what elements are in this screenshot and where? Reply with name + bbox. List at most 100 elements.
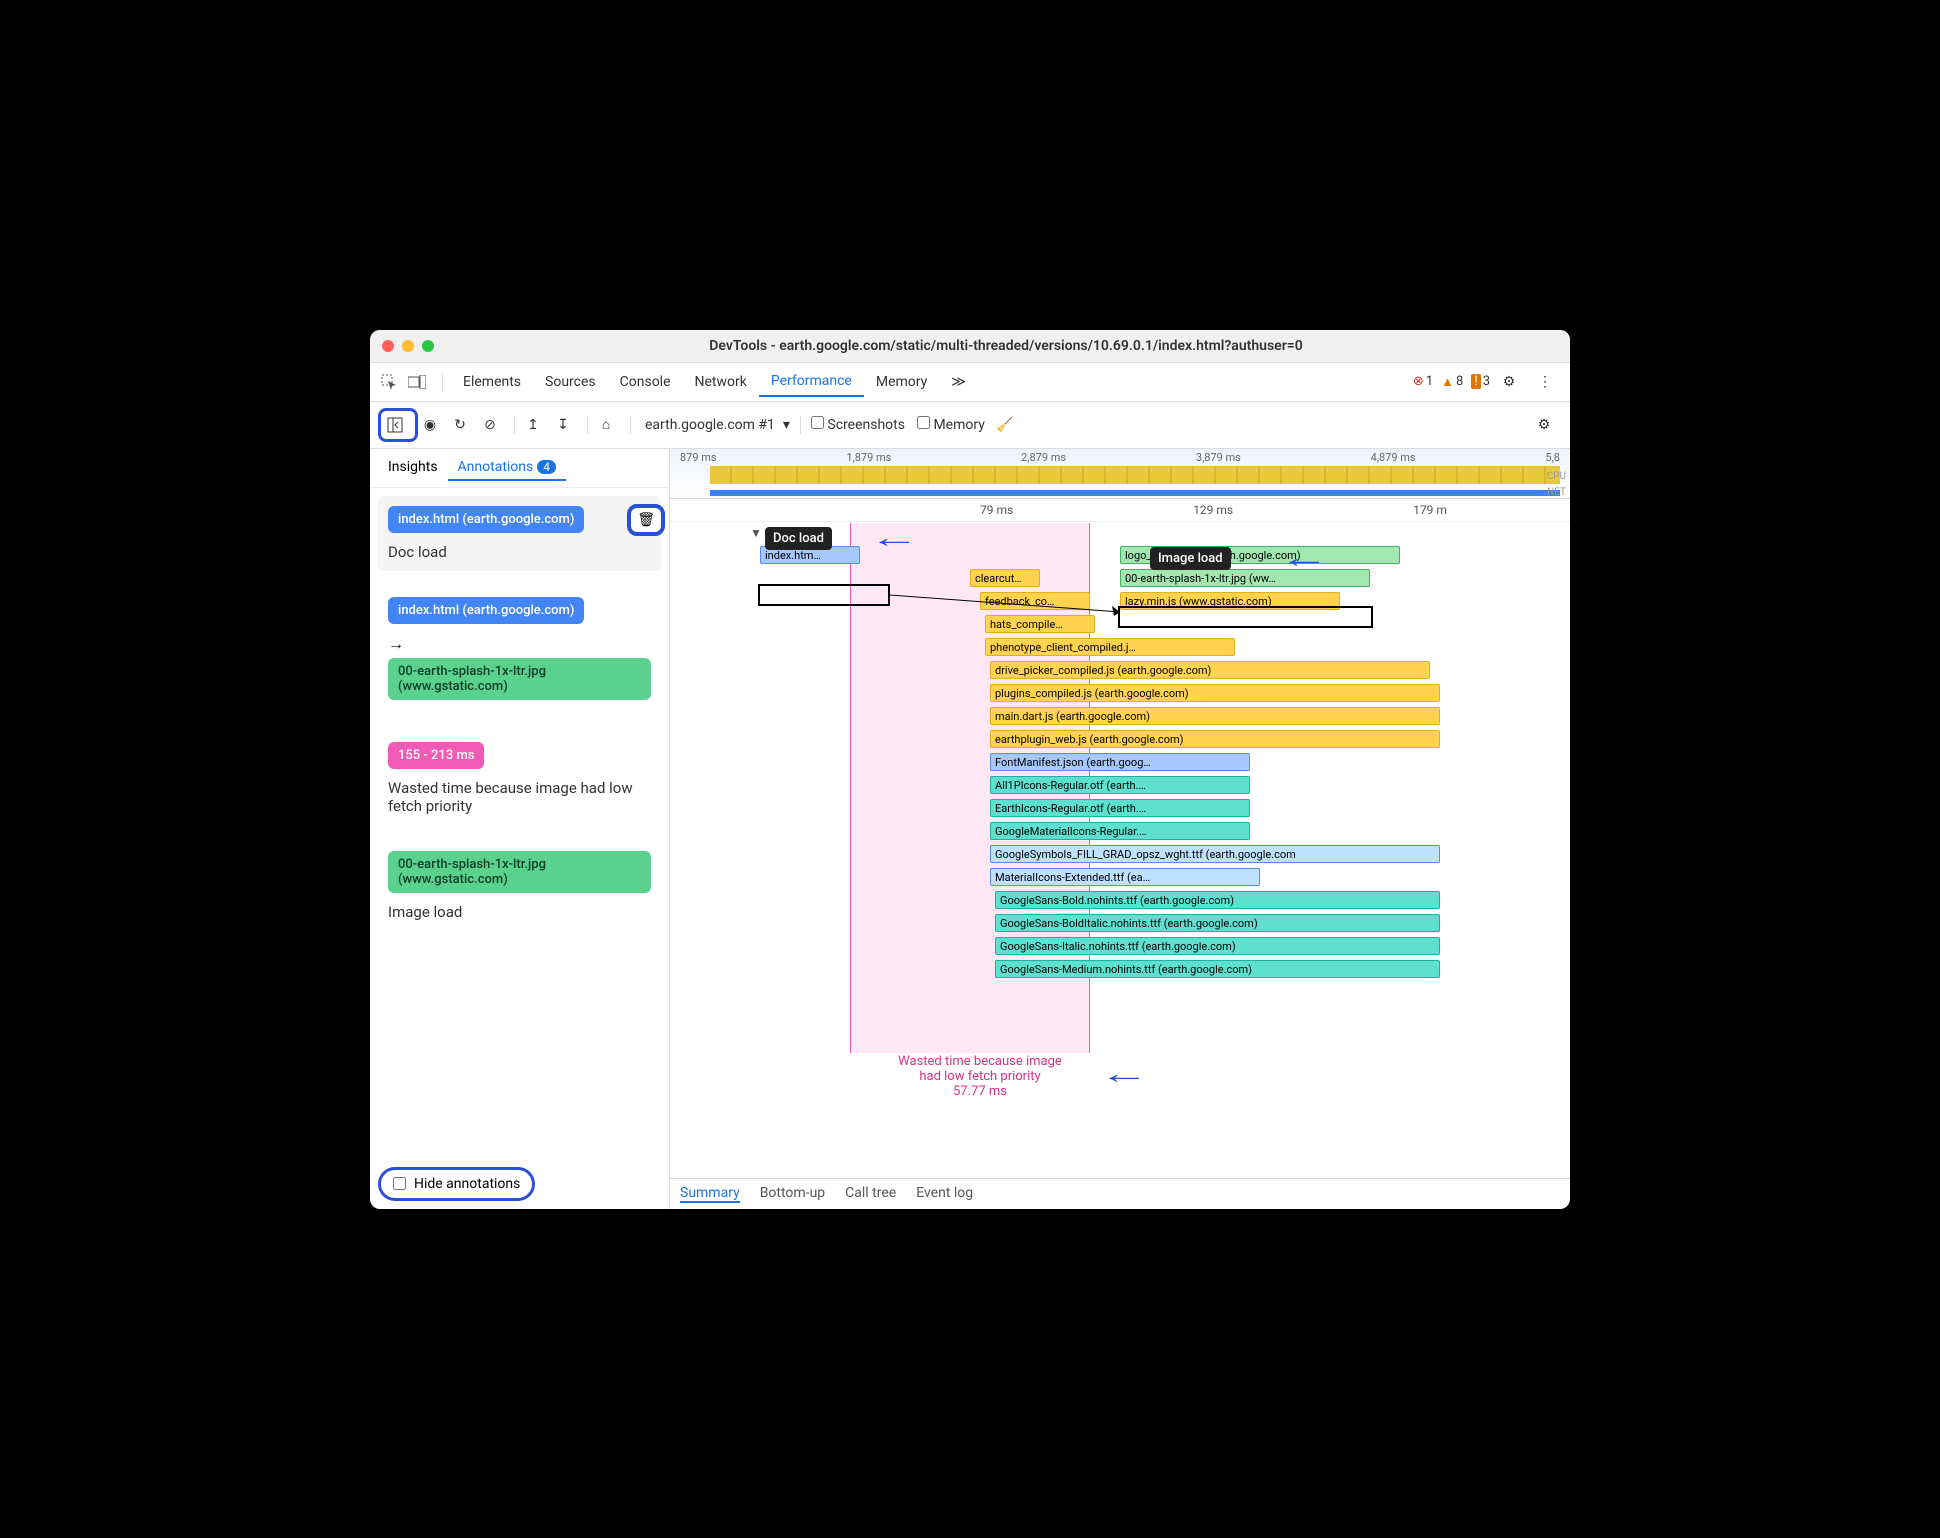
network-row: EarthIcons-Regular.otf (earth.… (690, 797, 1570, 819)
pointer-arrow-icon: ← (1099, 1057, 1149, 1090)
device-icon[interactable] (406, 371, 428, 393)
brush-icon[interactable]: 🧹 (993, 413, 1017, 437)
network-row: GoogleSans-Medium.nohints.ttf (earth.goo… (690, 958, 1570, 980)
overview[interactable]: 879 ms 1,879 ms 2,879 ms 3,879 ms 4,879 … (670, 449, 1570, 499)
tab-annotations[interactable]: Annotations4 (448, 455, 566, 481)
record-icon[interactable]: ◉ (418, 413, 442, 437)
hide-annotations-checkbox[interactable]: Hide annotations (378, 1167, 535, 1201)
tab-insights[interactable]: Insights (378, 455, 448, 481)
dtab-summary[interactable]: Summary (680, 1185, 740, 1203)
network-row: All1PIcons-Regular.otf (earth.… (690, 774, 1570, 796)
doc-load-tooltip: Doc load (765, 527, 832, 550)
annotation-item[interactable]: 155 - 213 ms Wasted time because image h… (378, 732, 661, 825)
memory-checkbox[interactable]: Memory (917, 416, 985, 433)
network-bar[interactable]: GoogleSans-Italic.nohints.ttf (earth.goo… (995, 937, 1440, 955)
annotation-text: Wasted time because image had low fetch … (388, 779, 651, 815)
net-strip (710, 490, 1560, 496)
warning-count[interactable]: ▲8 (1441, 374, 1463, 390)
pointer-arrow-icon: ← (1279, 541, 1329, 574)
perf-toolbar: ◉ ↻ ⊘ ↥ ↧ ⌂ earth.google.com #1 ▾ Screen… (370, 402, 1570, 449)
network-bar[interactable]: earthplugin_web.js (earth.google.com) (990, 730, 1440, 748)
network-row: MaterialIcons-Extended.ttf (ea… (690, 866, 1570, 888)
gear-icon[interactable]: ⚙ (1498, 371, 1520, 393)
kebab-icon[interactable]: ⋮ (1534, 371, 1556, 393)
screenshots-checkbox[interactable]: Screenshots (811, 416, 905, 433)
toggle-sidebar-highlight (378, 408, 418, 442)
timeline[interactable]: 79 ms 129 ms 179 m Doc load ← Image load… (670, 499, 1570, 1178)
annotation-pill: 00-earth-splash-1x-ltr.jpg (www.gstatic.… (388, 851, 651, 893)
annotation-item[interactable]: index.html (earth.google.com) 🗑 Doc load (378, 496, 661, 571)
network-bar[interactable]: GoogleSymbols_FILL_GRAD_opsz_wght.ttf (e… (990, 845, 1440, 863)
annotation-text: Doc load (388, 543, 651, 561)
main-panel: 879 ms 1,879 ms 2,879 ms 3,879 ms 4,879 … (670, 449, 1570, 1209)
annotation-item[interactable]: 00-earth-splash-1x-ltr.jpg (www.gstatic.… (378, 841, 661, 931)
tab-performance[interactable]: Performance (759, 367, 864, 397)
annotation-item[interactable]: index.html (earth.google.com) → 00-earth… (378, 587, 661, 716)
image-highlight-box (1118, 606, 1373, 628)
annotation-pill: index.html (earth.google.com) (388, 597, 584, 624)
main-toolbar: Elements Sources Console Network Perform… (370, 363, 1570, 402)
home-icon[interactable]: ⌂ (594, 413, 618, 437)
upload-icon[interactable]: ↥ (521, 413, 545, 437)
network-bar[interactable]: GoogleMaterialIcons-Regular.… (990, 822, 1250, 840)
download-icon[interactable]: ↧ (551, 413, 575, 437)
network-row: GoogleSans-Bold.nohints.ttf (earth.googl… (690, 889, 1570, 911)
delete-highlight: 🗑 (627, 504, 665, 536)
network-bar[interactable]: EarthIcons-Regular.otf (earth.… (990, 799, 1250, 817)
arrow-icon: → (388, 634, 651, 654)
network-row: GoogleSans-Italic.nohints.ttf (earth.goo… (690, 935, 1570, 957)
network-bar[interactable]: FontManifest.json (earth.goog… (990, 753, 1250, 771)
network-bar[interactable]: drive_picker_compiled.js (earth.google.c… (990, 661, 1430, 679)
chevron-down-icon[interactable]: ▾ (783, 417, 790, 433)
target-select[interactable]: earth.google.com #1 (637, 417, 783, 433)
annotation-pill: 00-earth-splash-1x-ltr.jpg (www.gstatic.… (388, 658, 651, 700)
tab-elements[interactable]: Elements (451, 368, 533, 396)
dtab-bottomup[interactable]: Bottom-up (760, 1185, 825, 1203)
cpu-strip (710, 466, 1560, 484)
network-bar[interactable]: MaterialIcons-Extended.ttf (ea… (990, 868, 1260, 886)
gear-icon[interactable]: ⚙ (1532, 413, 1556, 437)
doc-highlight-box (758, 584, 890, 606)
network-bar[interactable]: All1PIcons-Regular.otf (earth.… (990, 776, 1250, 794)
panel-toggle-icon[interactable] (383, 413, 407, 437)
network-row: plugins_compiled.js (earth.google.com) (690, 682, 1570, 704)
network-bar[interactable]: GoogleSans-Bold.nohints.ttf (earth.googl… (995, 891, 1440, 909)
network-bar[interactable]: GoogleSans-Medium.nohints.ttf (earth.goo… (995, 960, 1440, 978)
tab-sources[interactable]: Sources (533, 368, 608, 396)
titlebar: DevTools - earth.google.com/static/multi… (370, 330, 1570, 363)
tab-console[interactable]: Console (608, 368, 683, 396)
time-ruler: 79 ms 129 ms 179 m (670, 499, 1570, 522)
zoom-icon[interactable] (422, 340, 434, 352)
tab-more[interactable]: ≫ (939, 368, 978, 396)
window-controls (382, 340, 434, 352)
close-icon[interactable] (382, 340, 394, 352)
network-row: GoogleSans-BoldItalic.nohints.ttf (earth… (690, 912, 1570, 934)
network-row: drive_picker_compiled.js (earth.google.c… (690, 659, 1570, 681)
network-row: phenotype_client_compiled.j… (690, 636, 1570, 658)
clear-icon[interactable]: ⊘ (478, 413, 502, 437)
network-bar[interactable]: main.dart.js (earth.google.com) (990, 707, 1440, 725)
network-row: GoogleSymbols_FILL_GRAD_opsz_wght.ttf (e… (690, 843, 1570, 865)
error-count[interactable]: ⊗1 (1413, 374, 1433, 389)
detail-tabs: Summary Bottom-up Call tree Event log (670, 1178, 1570, 1209)
image-load-tooltip: Image load (1150, 547, 1231, 570)
network-bar[interactable]: phenotype_client_compiled.j… (985, 638, 1235, 656)
pointer-arrow-icon: ← (869, 521, 919, 554)
reload-icon[interactable]: ↻ (448, 413, 472, 437)
annotation-pill: index.html (earth.google.com) (388, 506, 584, 533)
annotation-text: Image load (388, 903, 651, 921)
issue-count[interactable]: !3 (1471, 374, 1490, 389)
trash-icon[interactable]: 🗑 (637, 512, 655, 528)
network-bar[interactable]: GoogleSans-BoldItalic.nohints.ttf (earth… (995, 914, 1440, 932)
tab-network[interactable]: Network (683, 368, 759, 396)
inspect-icon[interactable] (378, 371, 400, 393)
window-title: DevTools - earth.google.com/static/multi… (454, 338, 1558, 354)
network-bar[interactable]: plugins_compiled.js (earth.google.com) (990, 684, 1440, 702)
checkbox[interactable] (393, 1177, 406, 1190)
minimize-icon[interactable] (402, 340, 414, 352)
dtab-eventlog[interactable]: Event log (916, 1185, 973, 1203)
devtools-window: DevTools - earth.google.com/static/multi… (370, 330, 1570, 1209)
tab-memory[interactable]: Memory (864, 368, 939, 396)
dtab-calltree[interactable]: Call tree (845, 1185, 896, 1203)
network-bar[interactable]: 00-earth-splash-1x-ltr.jpg (ww… (1120, 569, 1370, 587)
